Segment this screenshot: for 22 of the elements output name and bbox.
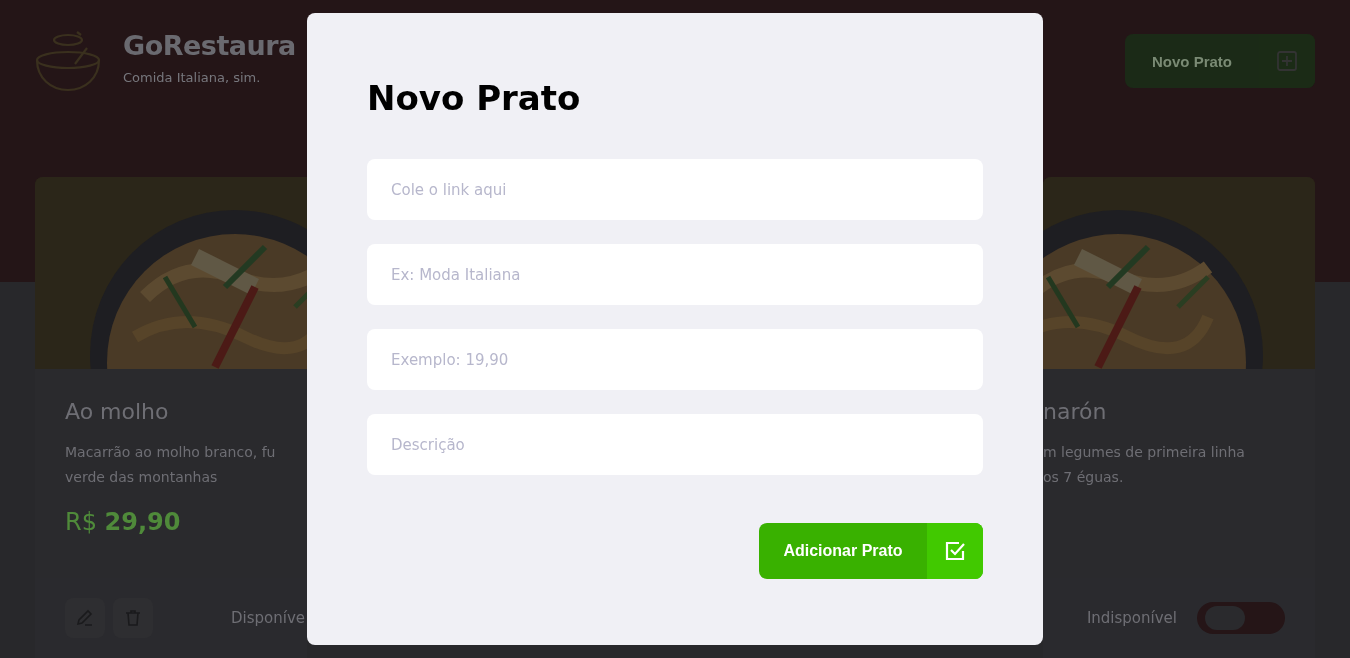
input-field[interactable]: Exemplo: 19,90 bbox=[367, 329, 983, 390]
bowl-icon bbox=[35, 28, 101, 92]
input-field[interactable]: Cole o link aqui bbox=[367, 159, 983, 220]
availability-label: Indisponível bbox=[1086, 609, 1177, 627]
dish-description: os 7 éguas. bbox=[1043, 468, 1125, 487]
app-subtitle: Comida Italiana, sim. bbox=[123, 70, 262, 85]
add-dish-button[interactable]: Adicionar Prato bbox=[759, 523, 983, 579]
dish-description: Macarrão ao molho branco, fu bbox=[65, 443, 277, 462]
dish-title: Ao molho bbox=[65, 399, 170, 424]
dialog-title: Novo Prato bbox=[367, 77, 582, 119]
new-dish-button[interactable]: Novo Prato bbox=[1125, 34, 1315, 88]
dish-description: verde das montanhas bbox=[65, 468, 219, 487]
plus-square-icon bbox=[1276, 50, 1298, 72]
dish-title: narón bbox=[1043, 399, 1108, 424]
input-field[interactable]: Descrição bbox=[367, 414, 983, 475]
dish-price: R$ 29,90 bbox=[65, 508, 182, 536]
app-title: GoRestaura bbox=[123, 29, 296, 63]
input-field[interactable]: Ex: Moda Italiana bbox=[367, 244, 983, 305]
availability-toggle[interactable] bbox=[1197, 602, 1285, 634]
checkbox-icon bbox=[943, 539, 967, 563]
availability-label: Disponíve bbox=[231, 609, 305, 627]
dish-description: m legumes de primeira linha bbox=[1043, 443, 1246, 462]
